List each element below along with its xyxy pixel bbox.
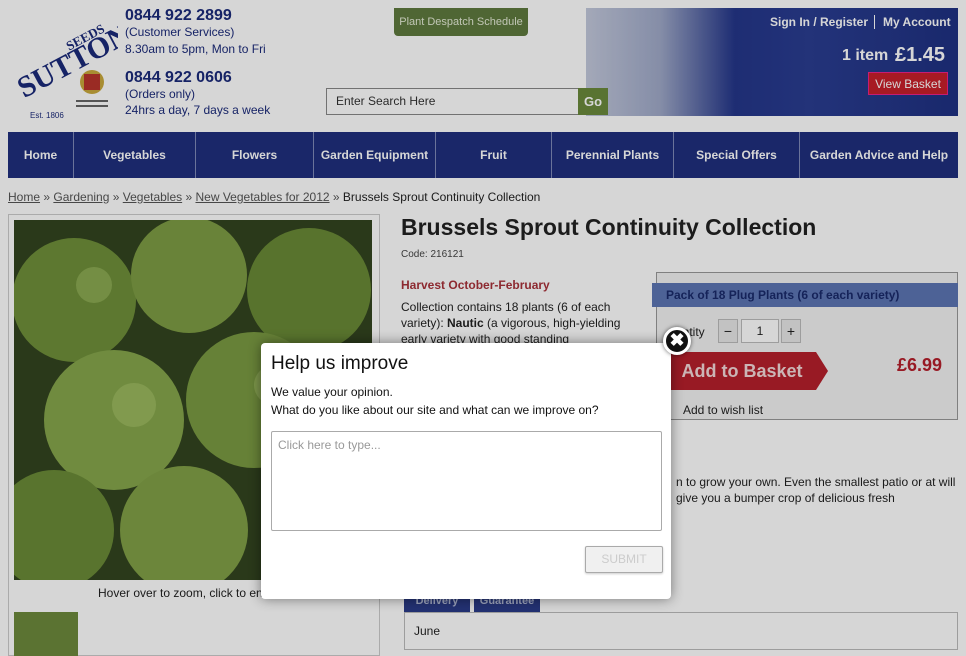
feedback-modal: Help us improve We value your opinion. W…: [261, 343, 671, 599]
modal-line-1: We value your opinion.: [271, 385, 393, 399]
submit-button[interactable]: SUBMIT: [585, 546, 663, 573]
close-icon[interactable]: ✖: [663, 327, 691, 355]
modal-title: Help us improve: [271, 353, 409, 374]
modal-line-2: What do you like about our site and what…: [271, 403, 599, 417]
feedback-textarea[interactable]: Click here to type...: [271, 431, 662, 531]
